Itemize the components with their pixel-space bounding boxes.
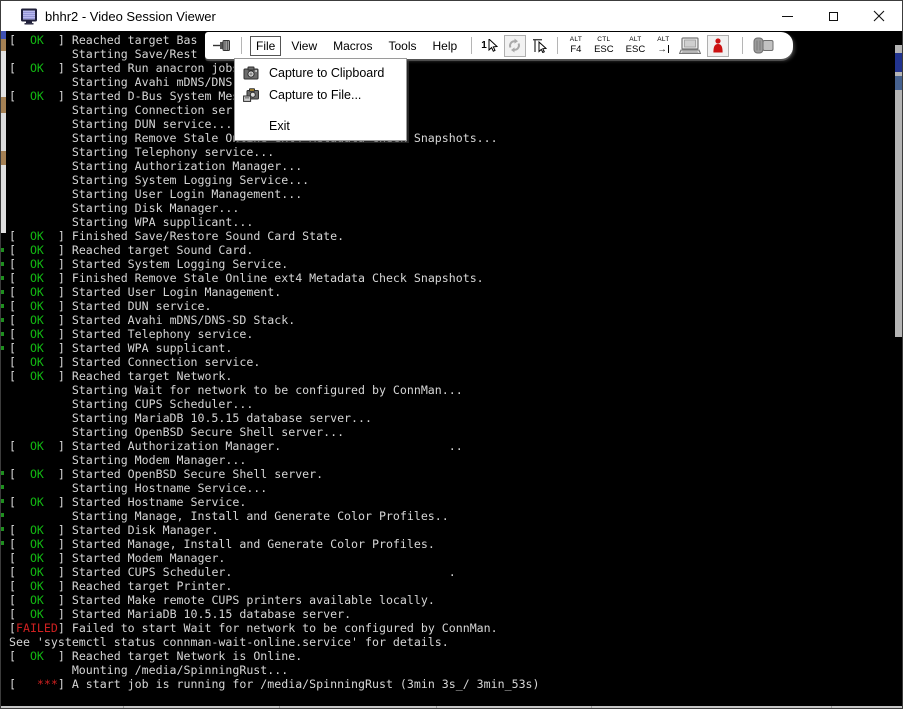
pin-icon[interactable] [213,35,232,57]
console-line: [ OK ] Started CUPS Scheduler. . [9,565,540,579]
minimize-icon [782,16,793,17]
console-line: Mounting /media/SpinningRust... [9,663,540,677]
cursor-icon [488,39,498,52]
menu-macros[interactable]: Macros [327,36,378,56]
video-artifact-left [1,31,6,233]
toolbar-separator [742,37,743,54]
menu-item-label: Capture to File... [269,88,361,102]
console-line: [ OK ] Reached target Network is Online. [9,649,540,663]
alt-f4-button[interactable]: ALT F4 [567,35,585,57]
console-line: See 'systemctl status connman-wait-onlin… [9,635,540,649]
video-session-viewer-window: bhhr2 - Video Session Viewer [ OK ] Reac… [0,0,903,709]
console-line: Starting Disk Manager... [9,201,540,215]
console-line: [ OK ] Finished Remove Stale Online ext4… [9,271,540,285]
menu-item-exit[interactable]: Exit [235,115,406,137]
console-line: Starting Telephony service... [9,145,540,159]
console-line: [ OK ] Reached target Printer. [9,579,540,593]
menu-separator [237,110,404,111]
camera-icon [243,66,269,80]
title-bar[interactable]: bhhr2 - Video Session Viewer [1,1,902,31]
console-line: [ OK ] Reached target Sound Card. [9,243,540,257]
console-line: [ OK ] Started Modem Manager. [9,551,540,565]
single-cursor-label: 1 [481,40,487,51]
file-menu: Capture to Clipboard Capture to File... … [234,58,407,141]
console-line: Starting User Login Management... [9,187,540,201]
console-line: Starting Authorization Manager... [9,159,540,173]
user-icon [712,38,724,53]
console-line: Starting Wait for network to be configur… [9,383,540,397]
refresh-button[interactable] [504,35,526,57]
alt-tab-button[interactable]: ALT → [654,35,672,57]
tab-bar-glyph [668,45,670,53]
video-keyboard-button[interactable] [679,35,701,57]
menu-tools[interactable]: Tools [382,36,422,56]
media-plug-icon [752,37,776,54]
console-line: Starting Manage, Install and Generate Co… [9,509,540,523]
menu-item-label: Exit [269,119,290,133]
menu-item-capture-clipboard[interactable]: Capture to Clipboard [235,62,406,84]
video-artifact-right [895,45,902,337]
align-cursor-button[interactable] [532,35,548,57]
console-line: [ OK ] Started Connection service. [9,355,540,369]
toolbar: File View Macros Tools Help 1 [205,32,793,59]
console-line: [ OK ] Finished Save/Restore Sound Card … [9,229,540,243]
console-line: Starting OpenBSD Secure Shell server... [9,425,540,439]
console-line: Starting Modem Manager... [9,453,540,467]
console-line: [FAILED] Failed to start Wait for networ… [9,621,540,635]
console-line: [ OK ] Started Make remote CUPS printers… [9,593,540,607]
minimize-button[interactable] [764,1,810,31]
maximize-button[interactable] [810,1,856,31]
console-line: [ OK ] Started DUN service. [9,299,540,313]
console-line: [ ***] A start job is running for /media… [9,677,540,691]
console-line: [ OK ] Started Telephony service. [9,327,540,341]
menu-item-label: Capture to Clipboard [269,66,384,80]
alt-esc-button[interactable]: ALT ESC [623,35,649,57]
window-title: bhhr2 - Video Session Viewer [45,9,216,24]
console-line: [ OK ] Started OpenBSD Secure Shell serv… [9,467,540,481]
close-icon [873,10,885,22]
monitor-keyboard-icon [679,37,701,55]
console-line: [ OK ] Started MariaDB 10.5.15 database … [9,607,540,621]
toolbar-separator [557,37,558,54]
session-user-indicator [707,35,729,57]
video-artifact-green-1 [1,248,4,352]
console-line: [ OK ] Reached target Network. [9,369,540,383]
console-line: Starting System Logging Service... [9,173,540,187]
console-line: [ OK ] Started Hostname Service. [9,495,540,509]
console-line: [ OK ] Started Manage, Install and Gener… [9,537,540,551]
toolbar-separator [471,37,472,54]
align-cursor-icon [532,38,548,53]
camera-save-icon [243,88,269,102]
ctl-esc-button[interactable]: CTL ESC [591,35,617,57]
console-line: Starting WPA supplicant... [9,215,540,229]
menu-item-capture-file[interactable]: Capture to File... [235,84,406,106]
virtual-media-button[interactable] [752,35,776,57]
console-line: [ OK ] Started System Logging Service. [9,257,540,271]
console-line: [ OK ] Started Authorization Manager. .. [9,439,540,453]
menu-file[interactable]: File [250,36,281,56]
close-button[interactable] [856,1,902,31]
console-line: Starting Hostname Service... [9,481,540,495]
toolbar-separator [241,37,242,54]
console-line: [ OK ] Started User Login Management. [9,285,540,299]
console-video-area[interactable]: [ OK ] Reached target Bas Starting Save/… [1,31,902,709]
menu-help[interactable]: Help [427,36,464,56]
console-line: Starting CUPS Scheduler... [9,397,540,411]
console-line: [ OK ] Started Disk Manager. [9,523,540,537]
menu-view[interactable]: View [285,36,323,56]
console-line: [ OK ] Started Avahi mDNS/DNS-SD Stack. [9,313,540,327]
refresh-icon [507,38,522,53]
video-artifact-green-2 [1,471,4,547]
app-icon [20,8,38,25]
single-cursor-button[interactable]: 1 [481,35,498,57]
maximize-icon [829,12,838,21]
console-line: [ OK ] Started WPA supplicant. [9,341,540,355]
console-line: Starting MariaDB 10.5.15 database server… [9,411,540,425]
